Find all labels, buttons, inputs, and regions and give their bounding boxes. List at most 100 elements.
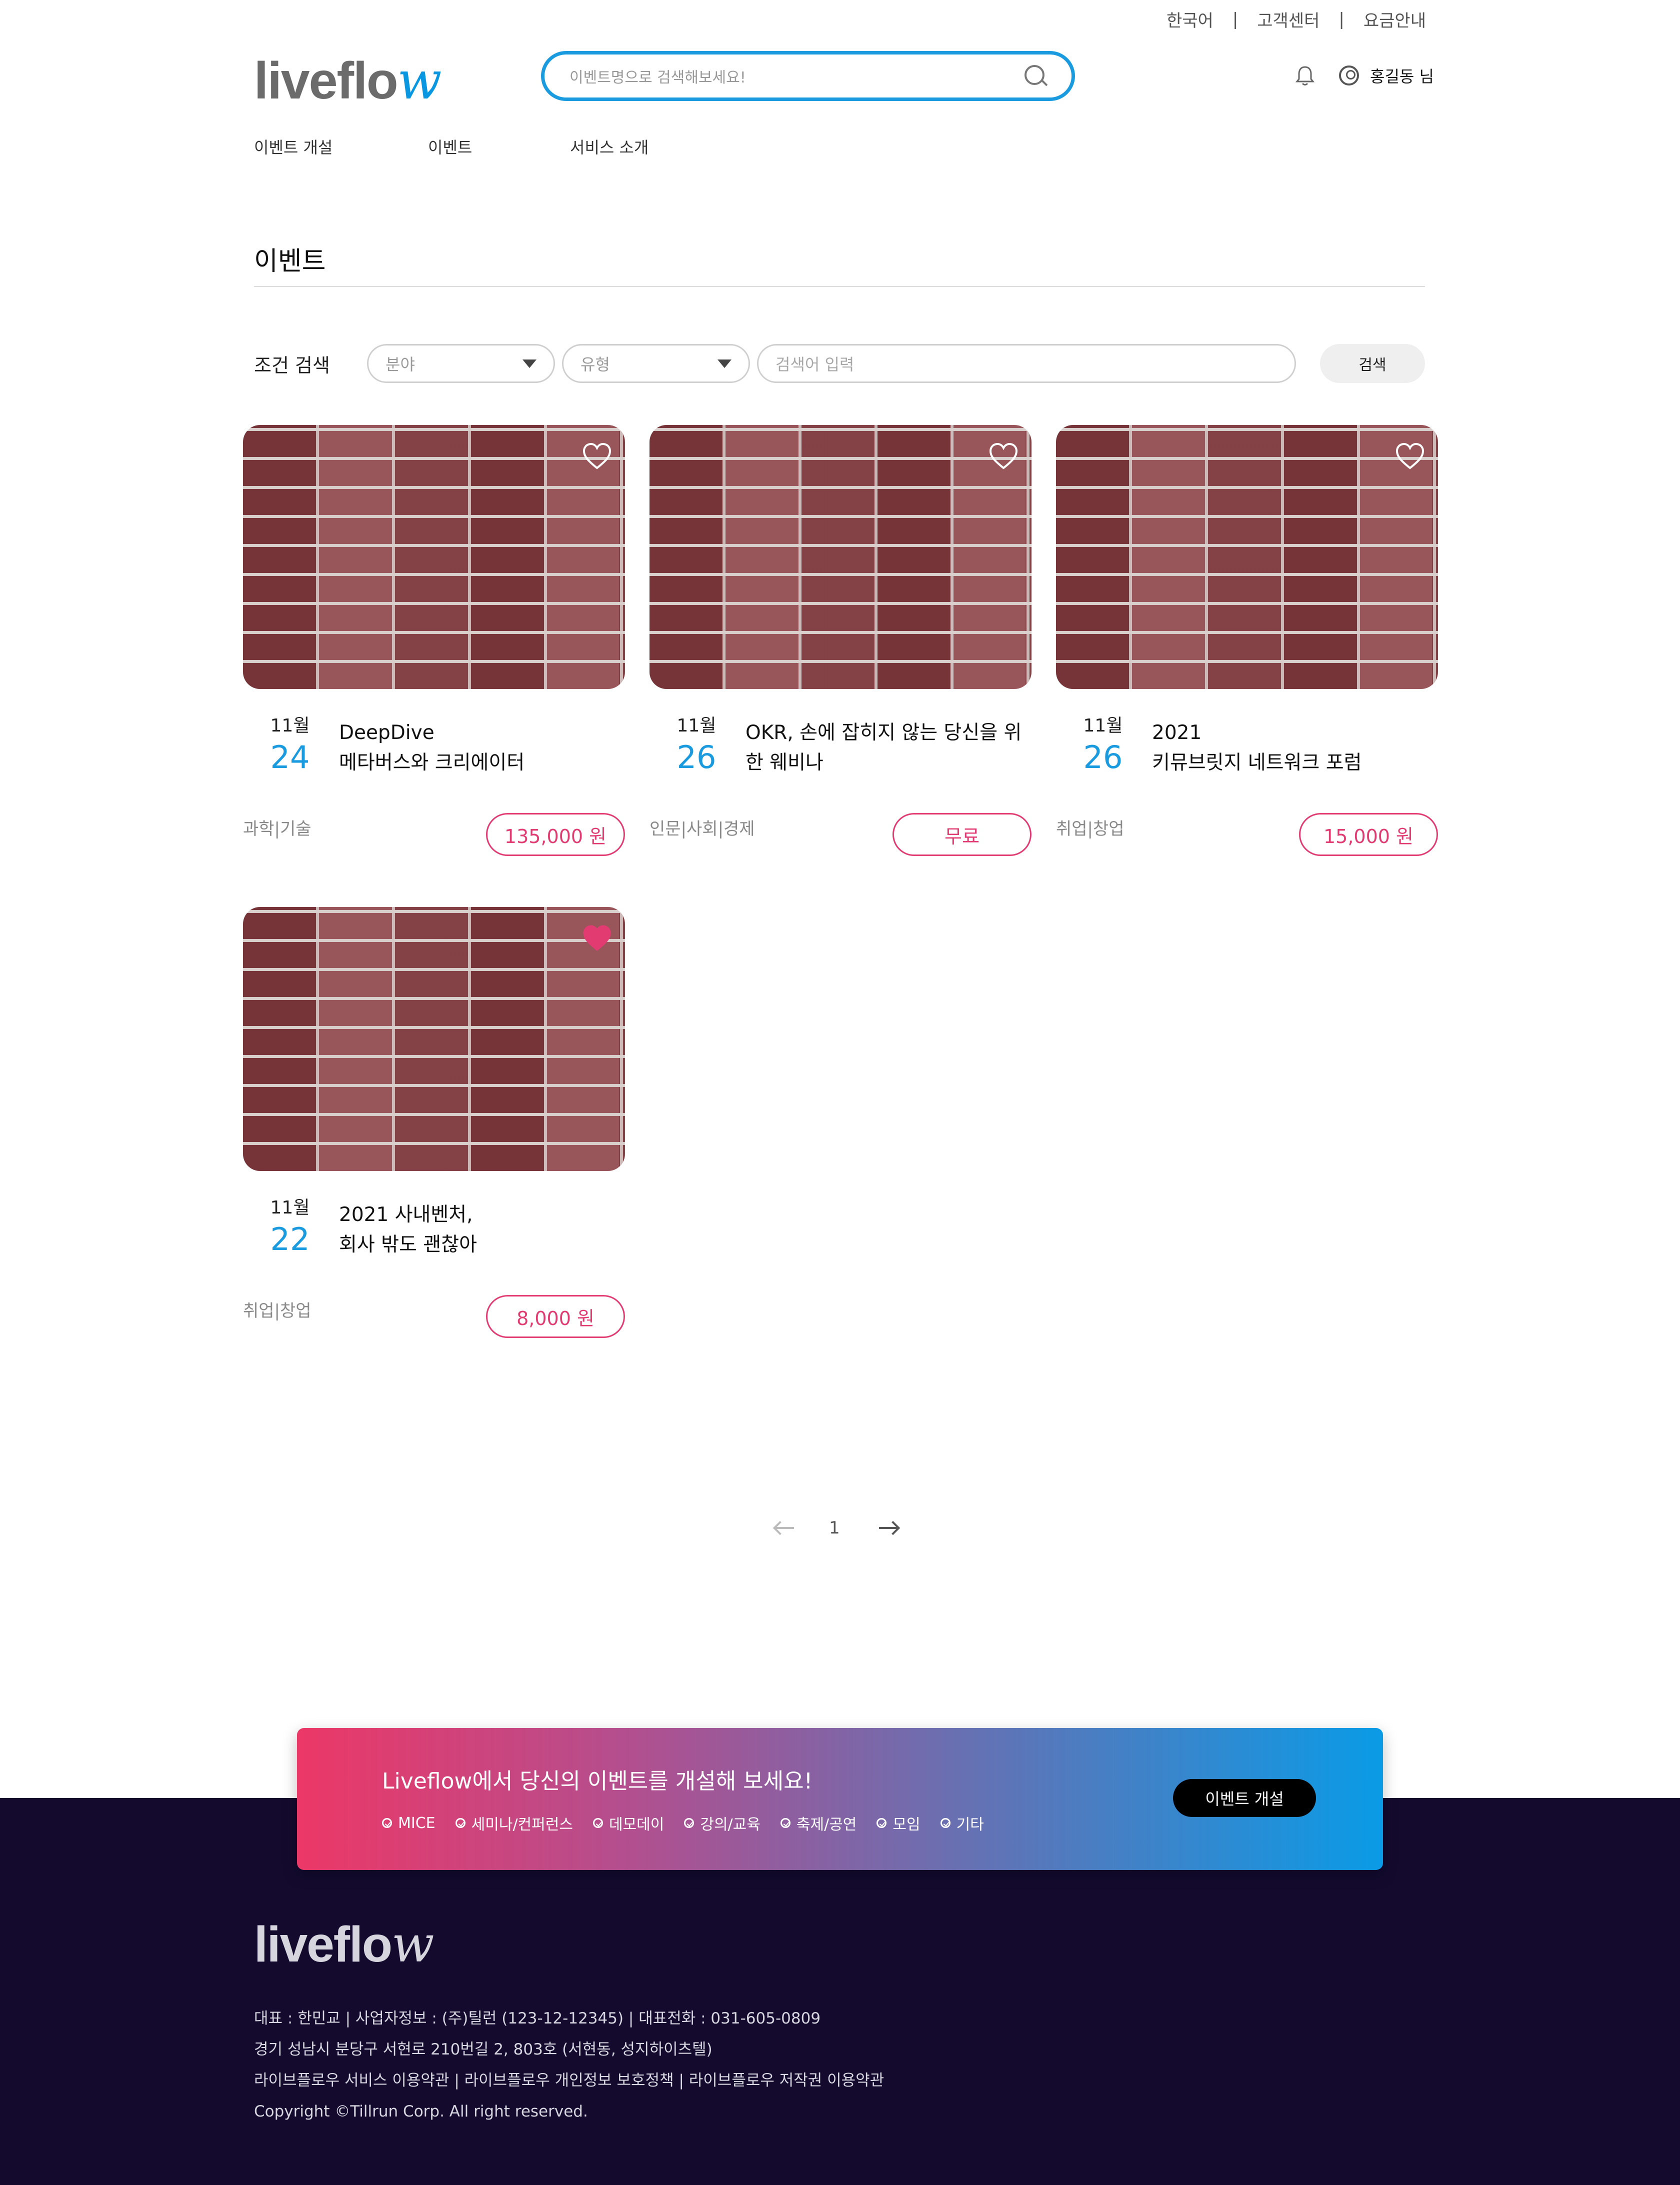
heart-icon[interactable] [582, 442, 612, 470]
separator: | [1232, 9, 1238, 30]
type-select-value: 유형 [580, 355, 610, 374]
check-circle-icon [940, 1818, 950, 1828]
separator: | [1338, 9, 1344, 30]
event-day: 24 [270, 739, 310, 776]
check-circle-icon [684, 1818, 694, 1828]
event-type-label: 데모데이 [608, 1816, 664, 1834]
event-month: 11월 [676, 716, 716, 736]
event-type-label: 기타 [956, 1816, 984, 1834]
logo[interactable]: liveflow [254, 50, 442, 111]
event-date: 11월 26 [676, 711, 716, 776]
event-type-item: MICE [382, 1812, 436, 1834]
event-price[interactable]: 15,000 원 [1299, 813, 1438, 856]
caret-down-icon [718, 359, 732, 368]
event-card[interactable]: 11월 24 DeepDive 메타버스와 크리에이터 과학|기술 135,00… [243, 425, 625, 870]
event-title[interactable]: 2021 사내벤처, 회사 밖도 괜찮아 [339, 1200, 619, 1260]
event-type-label: 세미나/컨퍼런스 [471, 1816, 573, 1834]
check-circle-icon [592, 1818, 603, 1828]
event-type-item: 강의/교육 [684, 1812, 760, 1834]
keyword-placeholder: 검색어 입력 [776, 355, 854, 374]
event-type-label: 모임 [892, 1816, 920, 1834]
event-card[interactable]: 11월 22 2021 사내벤처, 회사 밖도 괜찮아 취업|창업 8,000 … [243, 907, 625, 1352]
event-title[interactable]: DeepDive 메타버스와 크리에이터 [339, 718, 619, 778]
event-type-label: 축제/공연 [796, 1816, 857, 1834]
event-card[interactable]: 11월 26 2021 키뮤브릿지 네트워크 포럼 취업|창업 15,000 원 [1056, 425, 1438, 870]
event-category: 과학|기술 [243, 819, 312, 839]
main-nav: 이벤트 개설 이벤트 서비스 소개 [254, 135, 648, 158]
check-circle-icon [382, 1818, 392, 1828]
event-day: 26 [676, 739, 716, 776]
footer-logo-text: liveflo [254, 1916, 392, 1972]
keyword-input[interactable]: 검색어 입력 [757, 344, 1296, 383]
event-title[interactable]: 2021 키뮤브릿지 네트워크 포럼 [1152, 718, 1432, 778]
caret-down-icon [522, 359, 536, 368]
event-category: 취업|창업 [1056, 819, 1124, 839]
event-category: 인문|사회|경제 [650, 819, 755, 839]
event-category: 취업|창업 [243, 1301, 312, 1321]
user-icon [1339, 66, 1359, 86]
event-type-label: 강의/교육 [700, 1816, 760, 1834]
event-month: 11월 [270, 1198, 310, 1218]
bell-icon[interactable] [1295, 65, 1315, 87]
event-type-item: 모임 [876, 1812, 920, 1834]
filter-label: 조건 검색 [254, 354, 330, 376]
event-price[interactable]: 8,000 원 [486, 1295, 625, 1338]
nav-create-event[interactable]: 이벤트 개설 [254, 135, 428, 158]
banner-title: Liveflow에서 당신의 이벤트를 개설해 보세요! [382, 1768, 813, 1794]
company-info: 대표 : 한민교 | 사업자정보 : (주)틸런 (123-12-12345) … [254, 2010, 821, 2028]
event-price[interactable]: 135,000 원 [486, 813, 625, 856]
check-circle-icon [455, 1818, 466, 1828]
event-date: 11월 22 [270, 1193, 310, 1258]
search-icon[interactable] [1024, 65, 1046, 87]
field-select[interactable]: 분야 [367, 344, 555, 383]
logo-mark: w [397, 50, 442, 111]
pagination: 1 [772, 1518, 900, 1538]
event-type-list: MICE 세미나/컨퍼런스 데모데이 강의/교육 축제/공연 모임 기타 [382, 1812, 984, 1834]
event-type-item: 기타 [940, 1812, 984, 1834]
footer-logo: liveflow [254, 1915, 434, 1974]
heart-icon[interactable] [582, 924, 612, 952]
event-type-label: MICE [398, 1814, 436, 1832]
footer-info: 대표 : 한민교 | 사업자정보 : (주)틸런 (123-12-12345) … [254, 2003, 884, 2127]
page-title: 이벤트 [254, 246, 326, 276]
event-type-item: 데모데이 [592, 1812, 664, 1834]
copyright: Copyright ©Tillrun Corp. All right reser… [254, 2102, 588, 2120]
event-month: 11월 [1083, 716, 1123, 736]
search-input[interactable]: 이벤트명으로 검색해보세요! [570, 65, 1024, 87]
create-event-banner: Liveflow에서 당신의 이벤트를 개설해 보세요! MICE 세미나/컨퍼… [297, 1728, 1383, 1870]
type-select[interactable]: 유형 [562, 344, 750, 383]
nav-events[interactable]: 이벤트 [428, 135, 570, 158]
event-type-item: 세미나/컨퍼런스 [455, 1812, 573, 1834]
event-thumbnail [650, 425, 1032, 689]
pricing-link[interactable]: 요금안내 [1364, 7, 1426, 32]
heart-icon[interactable] [988, 442, 1018, 470]
filter-search-button[interactable]: 검색 [1320, 344, 1425, 383]
event-thumbnail [1056, 425, 1438, 689]
user-menu[interactable]: 홍길동 님 [1339, 64, 1434, 87]
check-circle-icon [876, 1818, 887, 1828]
arrow-left-icon[interactable] [772, 1520, 795, 1536]
event-title[interactable]: OKR, 손에 잡히지 않는 당신을 위한 웨비나 [746, 718, 1026, 778]
event-thumbnail [243, 907, 625, 1171]
search-bar[interactable]: 이벤트명으로 검색해보세요! [541, 51, 1075, 101]
create-event-button[interactable]: 이벤트 개설 [1173, 1779, 1316, 1817]
event-type-item: 축제/공연 [780, 1812, 857, 1834]
heart-icon[interactable] [1395, 442, 1425, 470]
event-price[interactable]: 무료 [892, 813, 1032, 856]
logo-text: liveflo [254, 52, 398, 110]
event-day: 22 [270, 1221, 310, 1258]
event-card[interactable]: 11월 26 OKR, 손에 잡히지 않는 당신을 위한 웨비나 인문|사회|경… [650, 425, 1032, 870]
divider [254, 286, 1425, 287]
event-thumbnail [243, 425, 625, 689]
field-select-value: 분야 [386, 355, 415, 374]
support-link[interactable]: 고객센터 [1257, 7, 1320, 32]
utility-bar: 한국어 | 고객센터 | 요금안내 [1166, 7, 1426, 32]
event-day: 26 [1083, 739, 1123, 776]
nav-about[interactable]: 서비스 소개 [570, 135, 648, 158]
arrow-right-icon[interactable] [878, 1520, 900, 1536]
page-number[interactable]: 1 [829, 1518, 840, 1538]
event-date: 11월 26 [1083, 711, 1123, 776]
language-link[interactable]: 한국어 [1166, 7, 1214, 32]
policy-links[interactable]: 라이브플로우 서비스 이용약관 | 라이브플로우 개인정보 보호정책 | 라이브… [254, 2065, 884, 2096]
check-circle-icon [780, 1818, 790, 1828]
